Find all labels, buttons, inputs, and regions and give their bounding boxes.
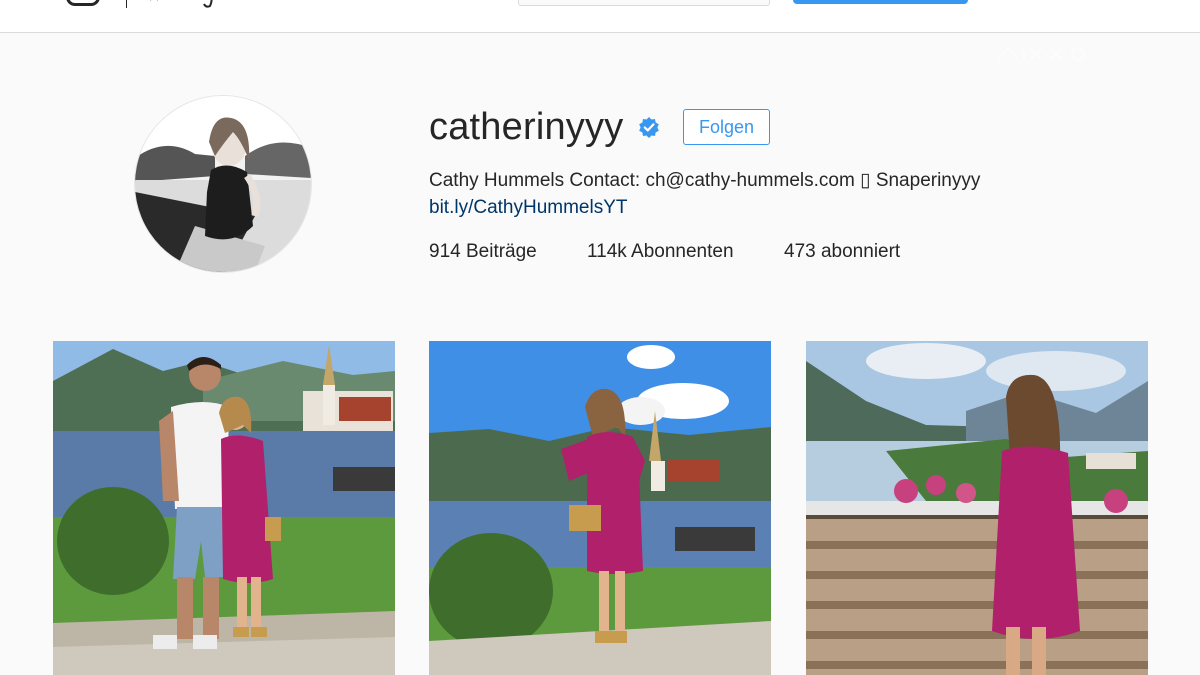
stat-posts: 914 Beiträge bbox=[429, 241, 537, 262]
post-thumbnail-3[interactable] bbox=[806, 341, 1148, 675]
logo-divider bbox=[126, 0, 127, 8]
channel-watermark bbox=[997, 46, 1085, 61]
profile-bio: Cathy Hummels Contact: ch@cathy-hummels.… bbox=[429, 170, 981, 191]
post-thumbnail-2[interactable] bbox=[429, 341, 771, 675]
search-input[interactable] bbox=[518, 0, 770, 6]
post-thumbnail-1[interactable] bbox=[53, 341, 395, 675]
stat-following[interactable]: 473 abonniert bbox=[784, 241, 900, 263]
verified-badge-icon bbox=[639, 117, 659, 138]
top-nav-bar bbox=[0, 0, 1200, 33]
stat-followers[interactable]: 114k Abonnenten bbox=[587, 241, 734, 263]
profile-website-link[interactable]: bit.ly/CathyHummelsYT bbox=[429, 197, 628, 219]
profile-username: catherinyyy bbox=[429, 106, 624, 148]
instagram-camera-icon[interactable] bbox=[66, 0, 100, 6]
instagram-wordmark[interactable] bbox=[146, 0, 226, 8]
profile-avatar[interactable] bbox=[135, 96, 311, 272]
follow-button[interactable]: Folgen bbox=[683, 109, 770, 145]
signup-button[interactable] bbox=[793, 0, 968, 4]
